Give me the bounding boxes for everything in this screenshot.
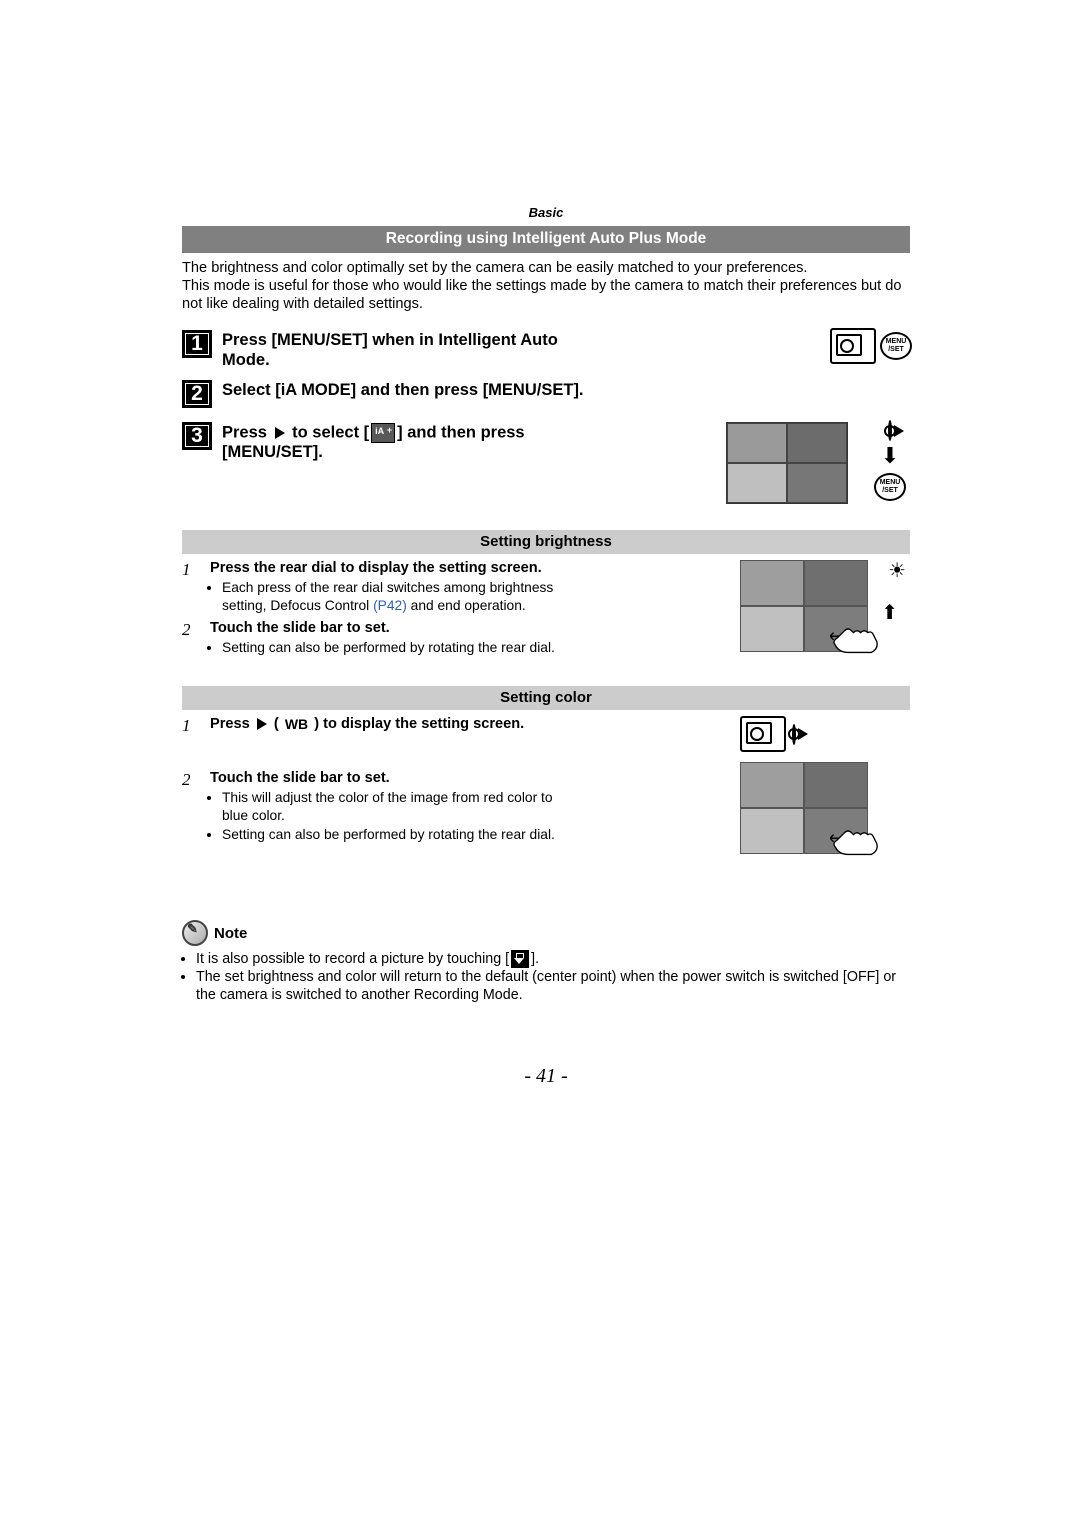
step3-illustration: ⬇ MENU/SET [726,422,910,504]
camera-icon [830,328,876,364]
step-number-badge: 2 [182,380,212,408]
step1-illustration: MENU/SET [830,328,912,364]
down-arrow-icon: ⬇ [881,445,899,467]
dpad-icon [888,420,892,441]
page-link[interactable]: (P42) [373,598,407,613]
right-triangle-icon [275,427,285,439]
bullet: Each press of the rear dial switches amo… [222,579,582,613]
step-number-badge: 3 [182,422,212,450]
section-label: Basic [182,205,910,220]
record-icon [511,950,529,968]
touch-hand-icon [830,618,884,658]
right-arrow-icon [894,425,904,437]
sub-step-bold: Touch the slide bar to set. [210,770,582,786]
note-heading: Note [182,920,910,946]
right-arrow-icon [798,728,808,740]
text-fragment: ]. [531,951,539,967]
ia-plus-icon [371,423,395,443]
sub-step-bold: Touch the slide bar to set. [210,620,582,636]
step-text: Press to select [] and then press [MENU/… [222,422,592,463]
text-fragment: ) to display the setting screen. [310,716,524,732]
page-title: Recording using Intelligent Auto Plus Mo… [182,226,910,253]
dpad-icon [792,724,796,745]
note-list: It is also possible to record a picture … [182,950,910,1004]
note-title-text: Note [214,925,247,942]
bullet: It is also possible to record a picture … [196,950,910,969]
sub-step-bold: Press the rear dial to display the setti… [210,560,582,576]
brightness-block: 1 Press the rear dial to display the set… [182,560,910,670]
color-illustration [740,716,910,854]
text-fragment: ( [270,716,283,732]
subsection-title-color: Setting color [182,686,910,710]
sub-step: 2 Touch the slide bar to set. This will … [182,770,582,845]
sub-step: 1 Press the rear dial to display the set… [182,560,582,615]
wb-icon: WB [285,716,308,732]
page-number: - 41 - [182,1065,910,1088]
camera-icon [740,716,786,752]
sub-step: 1 Press ( WB ) to display the setting sc… [182,716,582,736]
screen-diagram [726,422,848,504]
note-icon [182,920,208,946]
step-text: Press [MENU/SET] when in Intelligent Aut… [222,330,592,371]
brightness-illustration: ☀ ⬆ [740,560,910,652]
manual-page: Basic Recording using Intelligent Auto P… [0,0,1080,1148]
step-2: 2 Select [iA MODE] and then press [MENU/… [182,380,910,408]
step-number-badge: 1 [182,330,212,358]
menu-set-icon: MENU/SET [874,473,906,501]
text-fragment: Press [222,424,272,442]
sub-step-bold: Press ( WB ) to display the setting scre… [210,716,582,732]
step-3: 3 Press to select [] and then press [MEN… [182,422,910,512]
text-fragment: Press [210,716,254,732]
bullet: The set brightness and color will return… [196,969,910,1005]
bullet: This will adjust the color of the image … [222,789,582,823]
sub-step: 2 Touch the slide bar to set. Setting ca… [182,620,582,658]
bullet: Setting can also be performed by rotatin… [222,639,582,656]
main-steps: 1 Press [MENU/SET] when in Intelligent A… [182,330,910,513]
right-triangle-icon [257,718,267,730]
step-text: Select [iA MODE] and then press [MENU/SE… [222,380,584,401]
sub-step-number: 1 [182,716,210,736]
subsection-title-brightness: Setting brightness [182,530,910,554]
bullet: Setting can also be performed by rotatin… [222,826,582,843]
text-fragment: It is also possible to record a picture … [196,951,509,967]
touch-hand-icon [830,820,884,860]
controls-diagram: ⬇ MENU/SET [866,422,914,501]
menu-set-icon: MENU/SET [880,332,912,360]
color-block: 1 Press ( WB ) to display the setting sc… [182,716,910,896]
intro-text: The brightness and color optimally set b… [182,259,910,314]
brightness-icon: ☀ [888,558,906,583]
step-1: 1 Press [MENU/SET] when in Intelligent A… [182,330,910,371]
text-fragment: to select [ [288,424,370,442]
